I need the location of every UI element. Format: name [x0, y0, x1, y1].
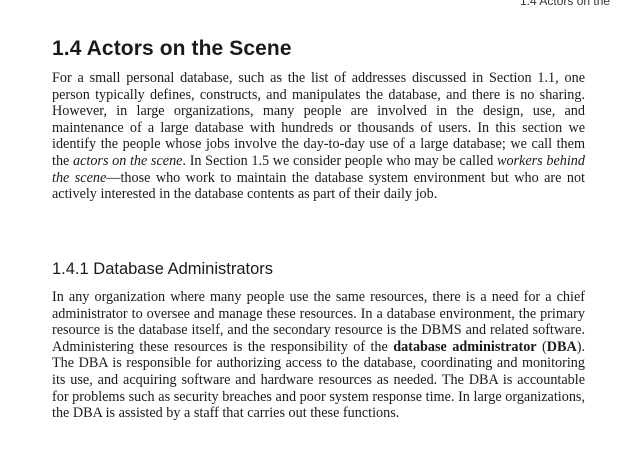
section-paragraph: For a small personal database, such as t…	[52, 70, 585, 203]
text-segment: . In Section 1.5 we consider people who …	[182, 152, 497, 169]
italic-term-actors-on-the-scene: actors on the scene	[73, 152, 183, 169]
subsection-paragraph: In any organization where many people us…	[52, 289, 585, 422]
text-segment: —those who work to maintain the database…	[52, 169, 586, 203]
bold-term-dba: DBA	[546, 338, 577, 355]
subsection-title: 1.4.1 Database Administrators	[52, 260, 274, 278]
text-segment: (	[536, 338, 547, 355]
section-title: 1.4 Actors on the Scene	[52, 37, 292, 60]
running-header: 1.4 Actors on the	[520, 0, 611, 8]
bold-term-database-administrator: database administrator	[393, 338, 537, 355]
